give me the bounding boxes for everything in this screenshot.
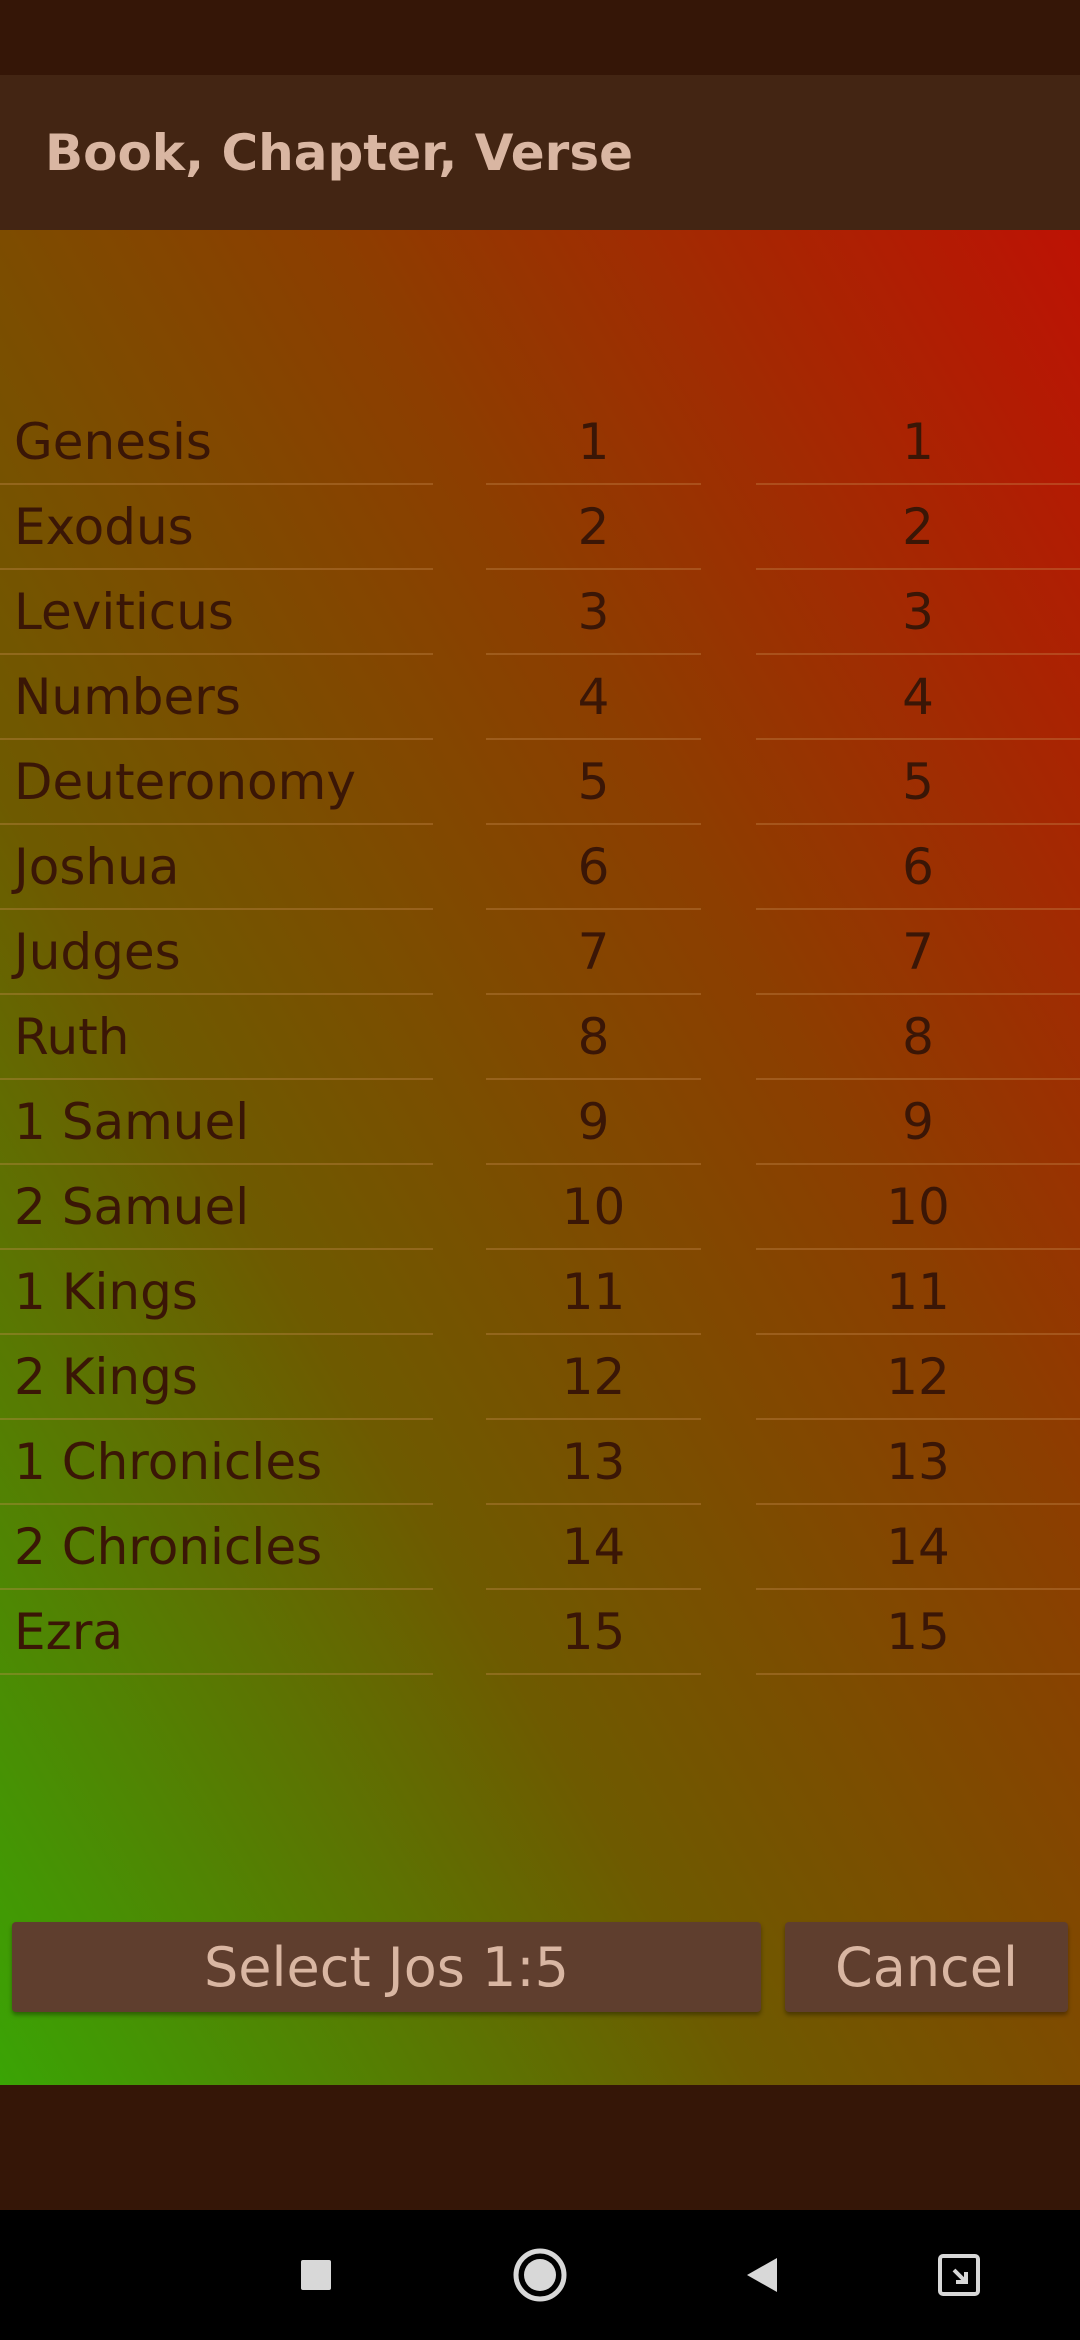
dialog-title: Book, Chapter, Verse (45, 123, 634, 182)
book-item[interactable]: 1 Samuel (0, 1080, 433, 1165)
chapter-item[interactable]: 15 (486, 1590, 701, 1675)
chapter-item[interactable]: 11 (486, 1250, 701, 1335)
book-chapter-verse-picker: Genesis Exodus Leviticus Numbers Deuteronomy… (0, 400, 1080, 1675)
book-item[interactable]: Ruth (0, 995, 433, 1080)
chapter-item[interactable]: 12 (486, 1335, 701, 1420)
select-button[interactable]: Select Jos 1:5 (12, 1922, 761, 2012)
book-item[interactable]: 2 Samuel (0, 1165, 433, 1250)
verse-item[interactable]: 3 (756, 570, 1080, 655)
chapter-item[interactable]: 10 (486, 1165, 701, 1250)
chapter-item[interactable]: 8 (486, 995, 701, 1080)
book-item[interactable]: Leviticus (0, 570, 433, 655)
verse-item[interactable]: 9 (756, 1080, 1080, 1165)
chapter-item[interactable]: 2 (486, 485, 701, 570)
status-bar (0, 0, 1080, 75)
chapter-list[interactable]: 123456789101112131415161718 (486, 400, 701, 1675)
verse-item[interactable]: 1 (756, 400, 1080, 485)
verse-item[interactable]: 11 (756, 1250, 1080, 1335)
chapter-item[interactable]: 4 (486, 655, 701, 740)
verse-item[interactable]: 10 (756, 1165, 1080, 1250)
verse-item[interactable]: 8 (756, 995, 1080, 1080)
chapter-item[interactable]: 9 (486, 1080, 701, 1165)
verse-item[interactable]: 13 (756, 1420, 1080, 1505)
verse-item[interactable]: 2 (756, 485, 1080, 570)
book-item[interactable]: 2 Kings (0, 1335, 433, 1420)
book-item[interactable]: 1 Chronicles (0, 1420, 433, 1505)
book-item[interactable]: Deuteronomy (0, 740, 433, 825)
verse-item[interactable]: 5 (756, 740, 1080, 825)
chapter-item[interactable]: 14 (486, 1505, 701, 1590)
chapter-item[interactable]: 7 (486, 910, 701, 995)
system-nav-bar (0, 2210, 1080, 2340)
dialog-title-bar: Book, Chapter, Verse (0, 75, 1080, 230)
verse-item[interactable]: 14 (756, 1505, 1080, 1590)
verse-item[interactable]: 12 (756, 1335, 1080, 1420)
book-item[interactable]: Ezra (0, 1590, 433, 1675)
chapter-item[interactable]: 6 (486, 825, 701, 910)
book-item[interactable]: 2 Chronicles (0, 1505, 433, 1590)
dialog-backdrop (0, 2085, 1080, 2210)
chapter-item[interactable]: 3 (486, 570, 701, 655)
chapter-item[interactable]: 13 (486, 1420, 701, 1505)
home-icon[interactable] (509, 2244, 571, 2306)
verse-item[interactable]: 15 (756, 1590, 1080, 1675)
book-item[interactable]: Exodus (0, 485, 433, 570)
dialog-buttons: Select Jos 1:5 Cancel (0, 1922, 1080, 2016)
recent-apps-icon[interactable] (285, 2244, 347, 2306)
book-item[interactable]: Joshua (0, 825, 433, 910)
cancel-button[interactable]: Cancel (785, 1922, 1068, 2012)
book-item[interactable]: Genesis (0, 400, 433, 485)
book-item[interactable]: Judges (0, 910, 433, 995)
picker-panel: Genesis Exodus Leviticus Numbers Deuteronomy… (0, 230, 1080, 2085)
book-item[interactable]: 1 Kings (0, 1250, 433, 1335)
screen-rotate-icon[interactable] (928, 2244, 990, 2306)
book-item[interactable]: Numbers (0, 655, 433, 740)
chapter-item[interactable]: 5 (486, 740, 701, 825)
back-icon[interactable] (730, 2244, 792, 2306)
book-list[interactable]: Genesis Exodus Leviticus Numbers Deuteronomy… (0, 400, 433, 1675)
verse-list[interactable]: 123456789101112131415161718 (756, 400, 1080, 1675)
verse-item[interactable]: 4 (756, 655, 1080, 740)
chapter-item[interactable]: 1 (486, 400, 701, 485)
verse-item[interactable]: 6 (756, 825, 1080, 910)
verse-item[interactable]: 7 (756, 910, 1080, 995)
